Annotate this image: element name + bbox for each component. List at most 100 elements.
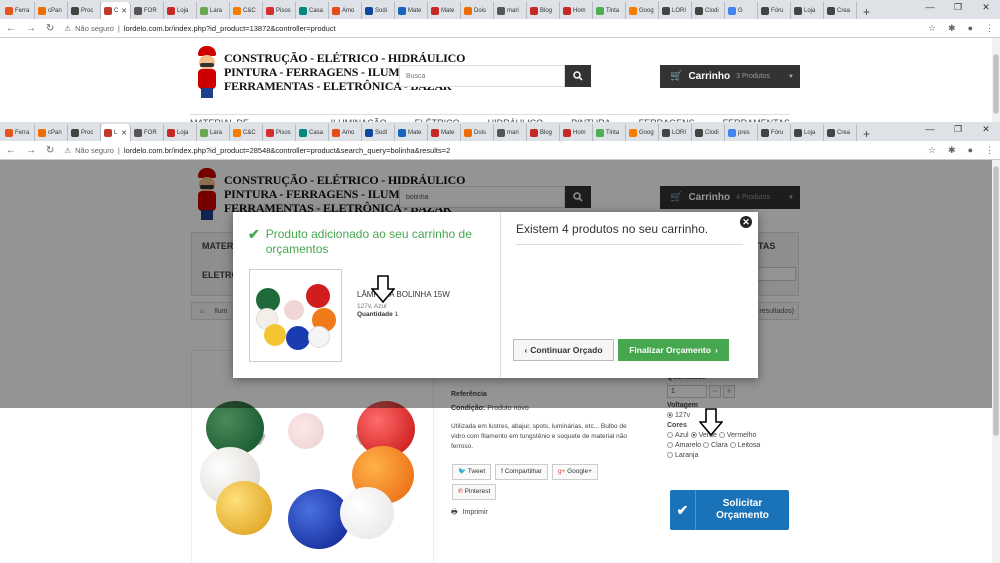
browser-tab[interactable]: LORI bbox=[659, 124, 692, 141]
browser-tab[interactable]: Lara bbox=[197, 2, 230, 19]
url-field[interactable]: ⚠ Não seguro | lordelo.com.br/index.php?… bbox=[64, 146, 450, 155]
browser-tab[interactable]: Amo bbox=[329, 2, 362, 19]
new-tab-icon[interactable]: + bbox=[863, 5, 877, 19]
browser-tab[interactable]: Hom bbox=[560, 2, 593, 19]
browser-tab[interactable]: Sodi bbox=[362, 2, 395, 19]
cart-button[interactable]: 🛒 Carrinho 3 Produtos ▼ bbox=[660, 65, 800, 88]
url-field[interactable]: ⚠ Não seguro | lordelo.com.br/index.php?… bbox=[64, 24, 335, 33]
browser-tab[interactable]: Tinta bbox=[593, 124, 626, 141]
browser-tab[interactable]: Ferra bbox=[2, 2, 35, 19]
browser-tab[interactable]: Casa bbox=[296, 124, 329, 141]
browser-tab[interactable]: Goog bbox=[626, 124, 659, 141]
tab-close-icon[interactable]: ✕ bbox=[121, 129, 127, 137]
menu-icon[interactable]: ⋮ bbox=[985, 23, 994, 34]
share-facebook-button[interactable]: f Compartilhar bbox=[495, 464, 548, 480]
browser-tab[interactable]: Crea bbox=[824, 124, 857, 141]
reload-icon[interactable]: ↻ bbox=[46, 145, 54, 156]
browser-tab[interactable]: L ✕ bbox=[101, 124, 131, 141]
browser-tab[interactable]: C ✕ bbox=[101, 2, 131, 19]
minimize-icon[interactable]: — bbox=[916, 0, 944, 14]
close-window-icon[interactable]: ✕ bbox=[972, 122, 1000, 136]
color-radio-amarelo[interactable] bbox=[667, 442, 673, 449]
browser-tab[interactable]: Mate bbox=[428, 2, 461, 19]
minimize-icon[interactable]: — bbox=[916, 122, 944, 136]
browser-tab[interactable]: Fóru bbox=[758, 2, 791, 19]
browser-tab[interactable]: Amo bbox=[329, 124, 362, 141]
browser-tab[interactable]: Blog bbox=[527, 124, 560, 141]
browser-tab[interactable]: Lara bbox=[197, 124, 230, 141]
browser-tab[interactable]: Pisos bbox=[263, 124, 296, 141]
close-icon[interactable]: ✕ bbox=[740, 216, 752, 228]
browser-tab[interactable]: Loja bbox=[164, 2, 197, 19]
browser-tab[interactable]: Proc bbox=[68, 2, 101, 19]
forward-icon[interactable]: → bbox=[26, 23, 36, 34]
browser-tab[interactable]: Mate bbox=[395, 124, 428, 141]
browser-tab[interactable]: Loja bbox=[791, 2, 824, 19]
browser-tab[interactable]: C&C bbox=[230, 124, 263, 141]
browser-tab[interactable]: mari bbox=[494, 2, 527, 19]
browser-tab[interactable]: Crea bbox=[824, 2, 857, 19]
browser-tab[interactable]: Mate bbox=[395, 2, 428, 19]
browser-tab[interactable]: cPan bbox=[35, 2, 68, 19]
browser-tab[interactable]: Sodi bbox=[362, 124, 395, 141]
restore-icon[interactable]: ❐ bbox=[944, 0, 972, 14]
color-radio-laranja[interactable] bbox=[667, 452, 673, 459]
back-icon[interactable]: ← bbox=[6, 23, 16, 34]
browser-tab[interactable]: Hom bbox=[560, 124, 593, 141]
star-icon[interactable]: ☆ bbox=[928, 23, 936, 34]
finalize-quote-button[interactable]: Finalizar Orçamento › bbox=[618, 339, 729, 361]
browser-tab[interactable]: Casa bbox=[296, 2, 329, 19]
browser-tab[interactable]: C&C bbox=[230, 2, 263, 19]
star-icon[interactable]: ☆ bbox=[928, 145, 936, 156]
profile-icon[interactable]: ● bbox=[968, 145, 973, 156]
browser-tab[interactable]: Tinta bbox=[593, 2, 626, 19]
google-plus-button[interactable]: g+ Google+ bbox=[551, 464, 598, 480]
tab-close-icon[interactable]: ✕ bbox=[121, 7, 127, 15]
browser-tab[interactable]: Loja bbox=[164, 124, 197, 141]
continue-quote-button[interactable]: ‹ Continuar Orçado bbox=[513, 339, 614, 361]
search-icon bbox=[573, 71, 583, 81]
browser-tab[interactable]: LORI bbox=[659, 2, 692, 19]
extensions-icon[interactable]: ✱ bbox=[948, 145, 956, 156]
profile-icon[interactable]: ● bbox=[968, 23, 973, 34]
color-radio-azul[interactable] bbox=[667, 432, 673, 439]
search-input[interactable] bbox=[399, 65, 565, 87]
browser-tab[interactable]: Dois bbox=[461, 124, 494, 141]
forward-icon[interactable]: → bbox=[26, 145, 36, 156]
browser-tab[interactable]: Proc bbox=[68, 124, 101, 141]
browser-tab[interactable]: Mate bbox=[428, 124, 461, 141]
print-link[interactable]: 🖶 Imprimir bbox=[451, 508, 641, 518]
restore-icon[interactable]: ❐ bbox=[944, 122, 972, 136]
browser-tab[interactable]: FOR bbox=[131, 2, 164, 19]
browser-tab[interactable]: Fóru bbox=[758, 124, 791, 141]
browser-tab[interactable]: Dois bbox=[461, 2, 494, 19]
voltage-radio[interactable] bbox=[667, 412, 673, 419]
browser-tab[interactable]: G bbox=[725, 2, 758, 19]
browser-tab[interactable]: Pisos bbox=[263, 2, 296, 19]
browser-tab[interactable]: Clodi bbox=[692, 2, 725, 19]
browser-tab[interactable]: Clodi bbox=[692, 124, 725, 141]
pinterest-button[interactable]: ℗ Pinterest bbox=[452, 484, 497, 500]
scrollbar-1[interactable] bbox=[992, 38, 1000, 122]
browser-tab[interactable]: Blog bbox=[527, 2, 560, 19]
extensions-icon[interactable]: ✱ bbox=[948, 23, 956, 34]
browser-tab[interactable]: Goog bbox=[626, 2, 659, 19]
new-tab-icon[interactable]: + bbox=[863, 127, 877, 141]
browser-tab[interactable]: Ferra bbox=[2, 124, 35, 141]
browser-tab[interactable]: cPan bbox=[35, 124, 68, 141]
menu-icon[interactable]: ⋮ bbox=[985, 145, 994, 156]
color-radio-verde[interactable] bbox=[690, 432, 697, 439]
request-quote-button[interactable]: ✔ Solicitar Orçamento bbox=[670, 490, 789, 530]
browser-tab[interactable]: pres bbox=[725, 124, 758, 141]
color-radio-clara[interactable] bbox=[703, 442, 710, 449]
search-button[interactable] bbox=[565, 65, 591, 87]
scrollbar-2[interactable] bbox=[992, 160, 1000, 563]
browser-tab[interactable]: mari bbox=[494, 124, 527, 141]
browser-tab[interactable]: Loja bbox=[791, 124, 824, 141]
tweet-button[interactable]: 🐦 Tweet bbox=[452, 464, 492, 480]
back-icon[interactable]: ← bbox=[6, 145, 16, 156]
close-window-icon[interactable]: ✕ bbox=[972, 0, 1000, 14]
browser-tab[interactable]: FOR bbox=[131, 124, 164, 141]
reload-icon[interactable]: ↻ bbox=[46, 23, 54, 34]
color-radio-leitosa[interactable] bbox=[729, 442, 736, 449]
